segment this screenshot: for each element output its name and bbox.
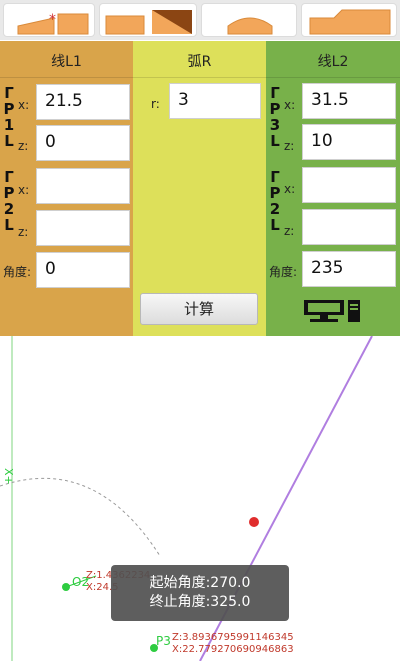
p3-z-label: Z:3.8936795991146345 — [172, 632, 294, 643]
l2-x1-label: x: — [284, 98, 296, 112]
l2-x2-input[interactable] — [302, 167, 396, 203]
dual-chamfer-shape-icon — [105, 10, 192, 35]
l2-x2-label: x: — [284, 182, 296, 196]
panel-l1-title: 线L1 — [51, 54, 82, 70]
l2-angle-input[interactable]: 235 — [302, 251, 396, 287]
arc-r-panel: 弧R r: 3 — [133, 41, 266, 336]
l1-angle-input[interactable]: 0 — [36, 252, 130, 288]
l1-z1-input[interactable]: 0 — [36, 125, 130, 161]
line-l1-panel: 线L1 ΓP1L ΓP2L x: 21.5 z: 0 x: z: 角度: 0 — [0, 41, 133, 336]
line-l2-panel: 线L2 ΓP3L ΓP2L x: 31.5 z: 10 x: z: 角度: 23… — [266, 41, 400, 336]
p2-vertical-label: ΓP2L — [3, 168, 15, 234]
r-input[interactable]: 3 — [169, 83, 261, 119]
shape-tab-bar: * — [0, 0, 400, 40]
l1-x2-label: x: — [18, 183, 30, 197]
p1-vertical-label: ΓP1L — [3, 84, 15, 150]
p2-vertical-label-l2: ΓP2L — [269, 168, 281, 234]
l1-x1-input[interactable]: 21.5 — [36, 84, 130, 120]
arc-shape-icon — [227, 17, 273, 35]
panel-divider — [133, 77, 266, 78]
l1-z1-label: z: — [18, 139, 29, 153]
l2-z1-label: z: — [284, 139, 295, 153]
panel-l2-title: 线L2 — [317, 54, 349, 70]
tab-marker: * — [49, 12, 56, 28]
calculate-button[interactable]: 计算 — [140, 293, 258, 325]
l2-z1-input[interactable]: 10 — [302, 124, 396, 160]
tab-dual-chamfer[interactable] — [99, 3, 197, 37]
p3-vertical-label: ΓP3L — [269, 84, 281, 150]
angle-toast: 起始角度:270.0 终止角度:325.0 — [111, 565, 289, 621]
p3-x-label: X:22.779270690946863 — [172, 644, 294, 655]
tab-step-chamfer[interactable] — [301, 3, 397, 37]
toast-end-angle: 终止角度:325.0 — [149, 594, 251, 610]
computer-icon[interactable] — [300, 298, 364, 324]
l2-angle-label: 角度: — [269, 265, 298, 279]
tab-arc[interactable] — [201, 3, 297, 37]
l1-x2-input[interactable] — [36, 168, 130, 204]
p3-name: P3 — [156, 634, 171, 648]
tab-line-chamfer[interactable]: * — [3, 3, 95, 37]
l1-angle-label: 角度: — [3, 265, 32, 279]
panel-r-title: 弧R — [187, 54, 212, 70]
panel-divider — [266, 77, 400, 78]
o2-point — [62, 583, 70, 591]
x-axis-label: X+ — [2, 468, 15, 485]
toast-start-angle: 起始角度:270.0 — [149, 575, 251, 591]
arc-path — [0, 477, 161, 557]
arc-center-point — [249, 517, 259, 527]
l1-x1-label: x: — [18, 98, 30, 112]
panel-divider — [0, 77, 133, 78]
r-label: r: — [151, 97, 160, 111]
l2-z2-label: z: — [284, 224, 295, 238]
l2-x1-input[interactable]: 31.5 — [302, 83, 396, 119]
l2-z2-input[interactable] — [302, 209, 396, 245]
l1-z2-label: z: — [18, 225, 29, 239]
l1-z2-input[interactable] — [36, 210, 130, 246]
step-chamfer-shape-icon — [309, 9, 391, 35]
